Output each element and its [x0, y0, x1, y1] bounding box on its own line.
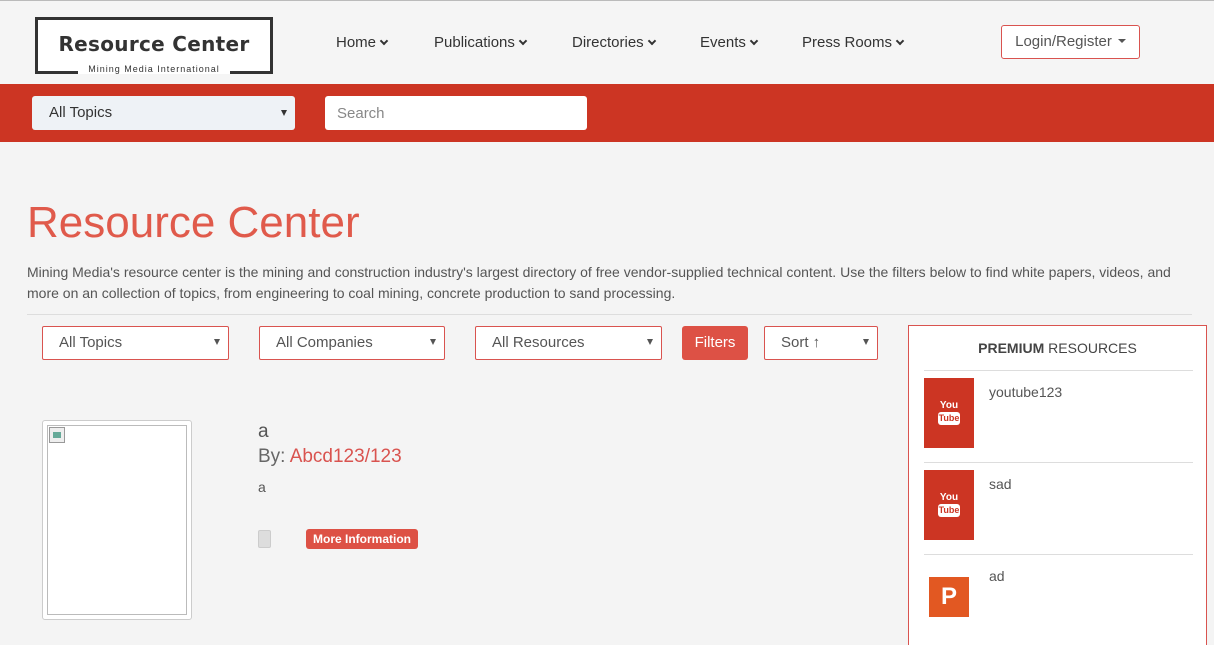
caret-down-icon [1117, 39, 1126, 43]
youtube-icon: You Tube [924, 470, 974, 540]
dropdown-arrow-icon [214, 339, 220, 345]
premium-item[interactable]: You Tube youtube123 [924, 370, 1193, 448]
search-input[interactable] [325, 96, 587, 130]
broken-image-icon [49, 427, 65, 443]
premium-item-title[interactable]: sad [989, 476, 1012, 492]
filters-button[interactable]: Filters [682, 326, 748, 360]
youtube-icon: You Tube [924, 378, 974, 448]
resource-title[interactable]: a [258, 421, 269, 443]
chevron-down-icon [895, 36, 905, 46]
resource-byline: By: Abcd123/123 [258, 446, 402, 467]
premium-resources-panel: PREMIUM RESOURCES You Tube youtube123 Yo… [908, 325, 1207, 645]
premium-item-title[interactable]: youtube123 [989, 384, 1062, 400]
premium-item[interactable]: You Tube sad [924, 462, 1193, 540]
search-bar: All Topics [0, 84, 1214, 142]
nav-item-directories[interactable]: Directories [572, 34, 656, 51]
save-toggle[interactable] [258, 530, 271, 548]
more-information-button[interactable]: More Information [306, 529, 418, 549]
premium-item[interactable]: P ad [924, 554, 1193, 624]
premium-heading: PREMIUM RESOURCES [978, 340, 1137, 356]
resource-author-link[interactable]: Abcd123/123 [290, 446, 402, 467]
topic-select[interactable]: All Topics [32, 96, 295, 130]
dropdown-arrow-icon [430, 339, 436, 345]
sort-select[interactable]: Sort ↑ [764, 326, 878, 360]
dropdown-arrow-icon [863, 339, 869, 345]
nav-item-press-rooms[interactable]: Press Rooms [802, 34, 905, 51]
dropdown-arrow-icon [281, 110, 287, 116]
chevron-down-icon [749, 36, 759, 46]
companies-filter-select[interactable]: All Companies [259, 326, 445, 360]
page-title: Resource Center [27, 198, 360, 247]
nav-item-publications[interactable]: Publications [434, 34, 528, 51]
intro-text: Mining Media's resource center is the mi… [27, 264, 1171, 301]
nav-item-events[interactable]: Events [700, 34, 759, 51]
topics-filter-select[interactable]: All Topics [42, 326, 229, 360]
resource-description: a [258, 479, 266, 495]
site-logo[interactable]: Resource Center Mining Media Internation… [35, 17, 273, 74]
login-register-button[interactable]: Login/Register [1001, 25, 1140, 59]
top-header: Resource Center Mining Media Internation… [0, 0, 1214, 84]
powerpoint-icon: P [929, 577, 969, 617]
chevron-down-icon [379, 36, 389, 46]
logo-title: Resource Center [58, 32, 250, 56]
resources-filter-select[interactable]: All Resources [475, 326, 662, 360]
chevron-down-icon [647, 36, 656, 46]
resource-thumbnail[interactable] [42, 420, 192, 620]
logo-subtitle: Mining Media International [80, 64, 228, 74]
chevron-down-icon [518, 36, 528, 46]
premium-item-title[interactable]: ad [989, 568, 1005, 584]
dropdown-arrow-icon [647, 339, 653, 345]
divider [27, 314, 1192, 315]
nav-item-home[interactable]: Home [336, 34, 389, 51]
